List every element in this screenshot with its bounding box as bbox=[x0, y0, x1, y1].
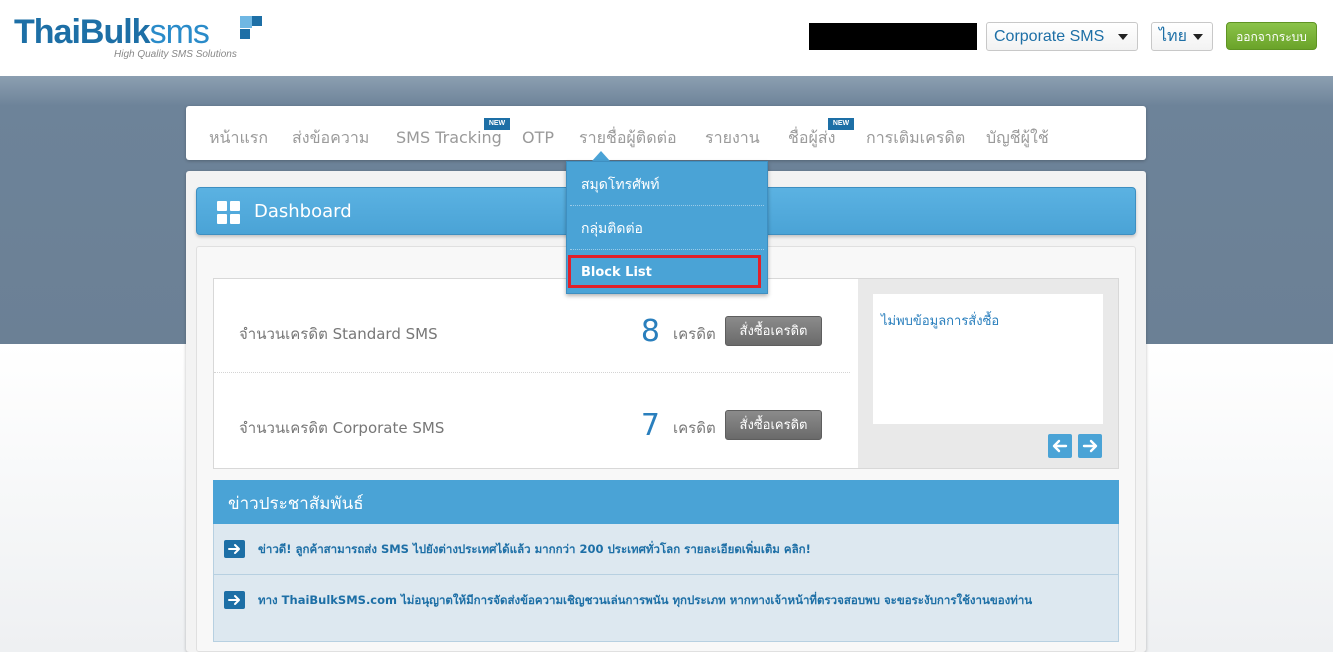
highlight-box bbox=[568, 255, 761, 288]
redacted-username bbox=[809, 23, 977, 50]
language-select[interactable]: ไทย bbox=[1151, 22, 1213, 51]
chevron-down-icon bbox=[1193, 34, 1203, 40]
nav-item-account[interactable]: บัญชีผู้ใช้ bbox=[986, 106, 1049, 160]
dropdown-pointer bbox=[592, 151, 610, 161]
credit-unit: เครดิต bbox=[673, 419, 716, 437]
menu-item-contact-groups[interactable]: กลุ่มติดต่อ bbox=[567, 206, 767, 250]
chevron-down-icon bbox=[1118, 34, 1128, 40]
buy-credit-button[interactable]: สั่งซื้อเครดิต bbox=[725, 410, 822, 440]
logo-tagline: High Quality SMS Solutions bbox=[114, 49, 237, 60]
credit-row-corporate: จำนวนเครดิต Corporate SMS 7 เครดิต สั่งซ… bbox=[214, 373, 850, 467]
thaibulksms-logo[interactable]: ThaiBulksms High Quality SMS Solutions bbox=[14, 12, 264, 64]
nav-item-sms-tracking[interactable]: SMS Tracking bbox=[396, 106, 502, 160]
orders-card: ไม่พบข้อมูลการสั่งซื้อ bbox=[873, 294, 1103, 424]
news-title: ข่าวประชาสัมพันธ์ bbox=[228, 494, 364, 514]
logo-square-icon bbox=[240, 16, 252, 28]
dashboard-grid-icon bbox=[217, 201, 240, 224]
credit-value: 7 bbox=[640, 408, 660, 443]
nav-item-credit-topup[interactable]: การเติมเครดิต bbox=[866, 106, 965, 160]
buy-credit-button[interactable]: สั่งซื้อเครดิต bbox=[725, 316, 822, 346]
prev-button[interactable] bbox=[1048, 434, 1072, 458]
arrow-left-icon bbox=[1052, 439, 1068, 453]
new-badge: NEW bbox=[484, 118, 510, 130]
news-item[interactable]: ทาง ThaiBulkSMS.com ไม่อนุญาตให้มีการจัด… bbox=[214, 575, 1118, 625]
news-item[interactable]: ข่าวดี! ลูกค้าสามารถส่ง SMS ไปยังต่างประ… bbox=[214, 524, 1118, 574]
language-select-value: ไทย bbox=[1159, 28, 1187, 45]
main-nav: หน้าแรก ส่งข้อความ SMS Tracking NEW OTP … bbox=[186, 106, 1146, 160]
arrow-right-icon bbox=[1082, 439, 1098, 453]
new-badge: NEW bbox=[828, 118, 854, 130]
credit-value: 8 bbox=[640, 314, 660, 349]
top-header: ThaiBulksms High Quality SMS Solutions C… bbox=[0, 0, 1333, 76]
nav-item-sender-names[interactable]: ชื่อผู้ส่ง bbox=[788, 106, 835, 160]
news-item-text: ข่าวดี! ลูกค้าสามารถส่ง SMS ไปยังต่างประ… bbox=[258, 542, 811, 556]
sms-type-select[interactable]: Corporate SMS bbox=[986, 22, 1138, 51]
logout-button[interactable]: ออกจากระบบ bbox=[1226, 22, 1317, 50]
logo-wordmark: ThaiBulksms bbox=[14, 13, 210, 51]
arrow-right-icon bbox=[224, 591, 245, 609]
orders-empty-text: ไม่พบข้อมูลการสั่งซื้อ bbox=[881, 314, 1000, 329]
credit-label: จำนวนเครดิต Corporate SMS bbox=[239, 419, 445, 437]
sms-type-select-value: Corporate SMS bbox=[994, 28, 1105, 45]
next-button[interactable] bbox=[1078, 434, 1102, 458]
nav-item-send-message[interactable]: ส่งข้อความ bbox=[292, 106, 369, 160]
menu-item-phonebook[interactable]: สมุดโทรศัพท์ bbox=[567, 162, 767, 206]
news-header: ข่าวประชาสัมพันธ์ bbox=[213, 480, 1119, 524]
nav-item-reports[interactable]: รายงาน bbox=[705, 106, 760, 160]
logo-square-icon bbox=[252, 16, 262, 26]
nav-item-home[interactable]: หน้าแรก bbox=[209, 106, 268, 160]
arrow-right-icon bbox=[224, 540, 245, 558]
news-item-text: ทาง ThaiBulkSMS.com ไม่อนุญาตให้มีการจัด… bbox=[258, 593, 1033, 607]
logo-square-icon bbox=[240, 29, 250, 39]
nav-item-otp[interactable]: OTP bbox=[522, 106, 554, 160]
page-title: Dashboard bbox=[254, 201, 352, 222]
